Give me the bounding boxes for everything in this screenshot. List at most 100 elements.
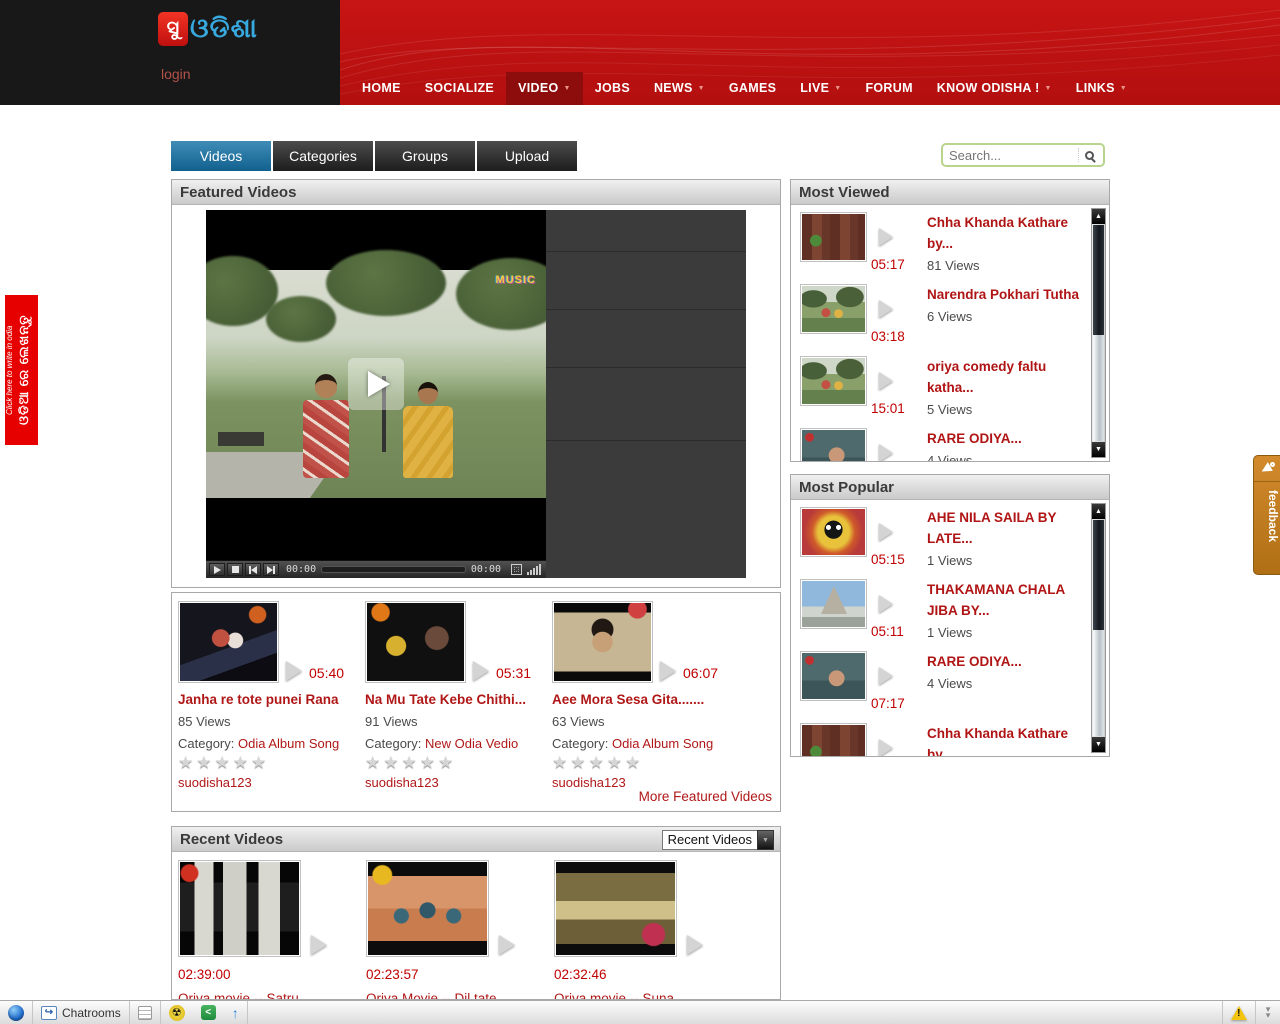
play-arrow-icon[interactable] (879, 372, 893, 390)
search-input[interactable] (943, 148, 1078, 163)
news-feed-button[interactable] (130, 1001, 161, 1024)
play-arrow-icon[interactable] (473, 661, 489, 681)
seek-bar[interactable] (321, 566, 466, 573)
video-thumbnail[interactable] (800, 579, 867, 629)
uploader-link[interactable]: suodisha123 (178, 775, 360, 790)
scroll-down-button[interactable]: ▼ (1092, 442, 1105, 457)
video-thumbnail[interactable] (800, 507, 867, 557)
search-icon[interactable] (1085, 151, 1094, 160)
playlist-item[interactable]: Naa Ti Nice Song from Hit Oriya Album "N… (546, 252, 746, 310)
upload-arrow-button[interactable]: ↑ (224, 1001, 248, 1024)
play-arrow-icon[interactable] (286, 661, 302, 681)
play-overlay-button[interactable] (348, 358, 404, 410)
play-arrow-icon[interactable] (499, 935, 515, 955)
scrollbar-thumb[interactable] (1093, 225, 1104, 335)
rating-stars[interactable]: ★★★★★ (552, 753, 734, 773)
video-title-link[interactable]: RARE ODIYA... (927, 652, 1085, 673)
tab-upload[interactable]: Upload (477, 141, 577, 171)
recent-filter-dropdown[interactable]: Recent Videos ▼ (662, 830, 774, 850)
volume-control[interactable] (527, 564, 541, 575)
nav-item-jobs[interactable]: JOBS (583, 72, 642, 105)
feedback-button[interactable]: feedback (1253, 455, 1280, 575)
video-thumbnail[interactable] (178, 601, 279, 683)
previous-button[interactable] (245, 563, 261, 576)
site-logo[interactable]: ସୁ ଓଡିଶା (158, 12, 258, 46)
tab-videos[interactable]: Videos (171, 141, 271, 171)
more-featured-videos-link[interactable]: More Featured Videos (639, 789, 772, 804)
video-title-link[interactable]: Oriya Movie -- Dil tate... (366, 991, 548, 1000)
write-in-odia-banner[interactable]: Click here to write in odia ଓଡିଆ ରେ ଲେଖନ… (5, 295, 38, 445)
playlist-item[interactable]: Mate Mate Singhaduararu Odia Bhajan by M… (546, 310, 746, 368)
video-title-link[interactable]: Oriya movie -- Suna... (554, 991, 736, 1000)
video-thumbnail[interactable] (365, 601, 466, 683)
video-title-link[interactable]: Narendra Pokhari Tutha (927, 285, 1085, 306)
video-thumbnail[interactable] (800, 284, 867, 334)
nav-item-links[interactable]: LINKS▼ (1064, 72, 1139, 105)
category-link[interactable]: New Odia Vedio (425, 736, 518, 751)
video-title-link[interactable]: Janha re tote punei Rana (178, 692, 360, 707)
play-button[interactable] (209, 563, 225, 576)
rating-stars[interactable]: ★★★★★ (178, 753, 360, 773)
play-arrow-icon[interactable] (879, 595, 893, 613)
play-arrow-icon[interactable] (687, 935, 703, 955)
playlist-item[interactable]: oriya uploaded by jaga (546, 210, 746, 252)
video-thumbnail[interactable] (366, 860, 489, 957)
nav-item-home[interactable]: HOME (350, 72, 413, 105)
video-title-link[interactable]: THAKAMANA CHALA JIBA BY... (927, 580, 1085, 622)
video-screen[interactable]: MUSIC (206, 210, 546, 560)
uploader-link[interactable]: suodisha123 (552, 775, 734, 790)
chatrooms-button[interactable]: ↪ Chatrooms (33, 1001, 130, 1024)
video-thumbnail[interactable] (800, 723, 867, 756)
play-arrow-icon[interactable] (879, 444, 893, 461)
play-arrow-icon[interactable] (311, 935, 327, 955)
tab-groups[interactable]: Groups (375, 141, 475, 171)
nav-item-news[interactable]: NEWS▼ (642, 72, 717, 105)
category-link[interactable]: Odia Album Song (238, 736, 339, 751)
nav-item-live[interactable]: LIVE▼ (788, 72, 853, 105)
scrollbar[interactable]: ▲ ▼ (1091, 503, 1106, 753)
nav-item-games[interactable]: GAMES (717, 72, 788, 105)
nav-item-video[interactable]: VIDEO▼ (506, 72, 583, 105)
video-thumbnail[interactable] (800, 356, 867, 406)
play-arrow-icon[interactable] (879, 739, 893, 756)
play-arrow-icon[interactable] (879, 228, 893, 246)
video-title-link[interactable]: AHE NILA SAILA BY LATE... (927, 508, 1085, 550)
scroll-up-button[interactable]: ▲ (1092, 209, 1105, 224)
scrollbar-thumb[interactable] (1093, 520, 1104, 630)
video-title-link[interactable]: RARE ODIYA... (927, 429, 1085, 450)
video-title-link[interactable]: Oriya movie -- Satru... (178, 991, 360, 1000)
video-thumbnail[interactable] (178, 860, 301, 957)
nav-item-socialize[interactable]: SOCIALIZE (413, 72, 506, 105)
globe-button[interactable] (0, 1001, 33, 1024)
tab-categories[interactable]: Categories (273, 141, 373, 171)
login-link[interactable]: login (161, 66, 191, 82)
scrollbar-track[interactable] (1093, 335, 1104, 441)
collapse-button[interactable]: ▼▼ (1256, 1001, 1280, 1024)
uploader-link[interactable]: suodisha123 (365, 775, 547, 790)
video-title-link[interactable]: Na Mu Tate Kebe Chithi... (365, 692, 547, 707)
radiation-button[interactable]: ☢ (161, 1001, 193, 1024)
video-thumbnail[interactable] (800, 651, 867, 701)
category-link[interactable]: Odia Album Song (612, 736, 713, 751)
rating-stars[interactable]: ★★★★★ (365, 753, 547, 773)
video-title-link[interactable]: Chha Khanda Kathare by... (927, 213, 1085, 255)
play-arrow-icon[interactable] (879, 300, 893, 318)
scroll-down-button[interactable]: ▼ (1092, 737, 1105, 752)
nav-item-know-odisha[interactable]: KNOW ODISHA !▼ (925, 72, 1064, 105)
video-title-link[interactable]: Aee Mora Sesa Gita....... (552, 692, 734, 707)
play-arrow-icon[interactable] (879, 667, 893, 685)
share-button[interactable]: < (193, 1001, 224, 1024)
dropdown-arrow-icon[interactable]: ▼ (757, 830, 774, 850)
fullscreen-button[interactable] (511, 564, 522, 575)
warning-button[interactable]: ! (1222, 1001, 1256, 1024)
nav-item-forum[interactable]: FORUM (853, 72, 924, 105)
play-arrow-icon[interactable] (660, 661, 676, 681)
playlist-item[interactable]: Chha Chha Khanda Kathare by Anuradha (546, 368, 746, 441)
scroll-up-button[interactable]: ▲ (1092, 504, 1105, 519)
video-title-link[interactable]: oriya comedy faltu katha... (927, 357, 1085, 399)
video-title-link[interactable]: Chha Khanda Kathare by... (927, 724, 1085, 756)
video-thumbnail[interactable] (552, 601, 653, 683)
play-arrow-icon[interactable] (879, 523, 893, 541)
scrollbar[interactable]: ▲ ▼ (1091, 208, 1106, 458)
video-thumbnail[interactable] (800, 212, 867, 262)
